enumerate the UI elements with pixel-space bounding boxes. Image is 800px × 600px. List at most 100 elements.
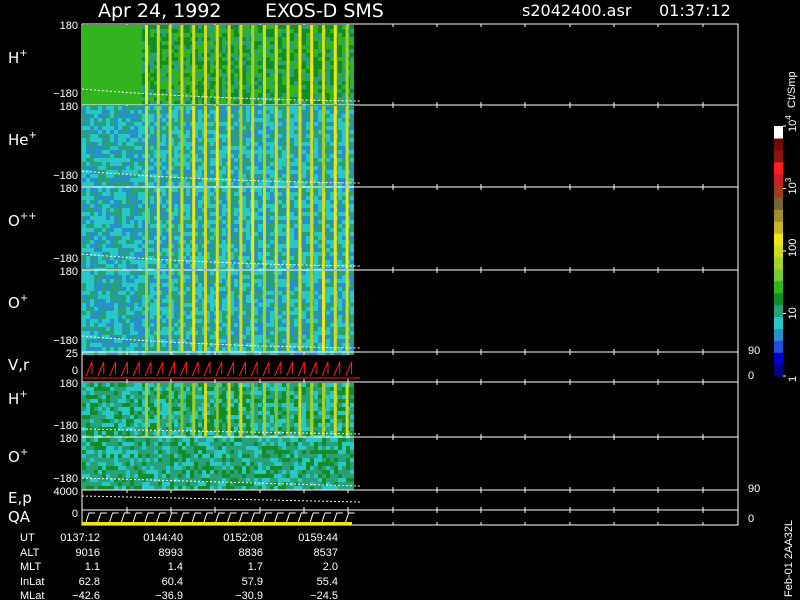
spectrogram-cell bbox=[174, 192, 178, 196]
spectrogram-cell bbox=[338, 81, 342, 85]
spectrogram-cell bbox=[234, 45, 238, 49]
spectrogram-cell bbox=[198, 208, 202, 212]
spectrogram-cell bbox=[342, 57, 346, 61]
spectrogram-cell bbox=[222, 146, 226, 150]
spectrogram-cell bbox=[134, 347, 138, 351]
spectrogram-cell bbox=[114, 33, 118, 37]
spectrogram-cell bbox=[330, 118, 334, 122]
spectrogram-cell bbox=[150, 283, 154, 287]
spectrogram-cell bbox=[246, 220, 250, 224]
spectrogram-cell bbox=[246, 114, 250, 118]
spectrogram-cell bbox=[90, 224, 94, 228]
spectrogram-cell bbox=[82, 188, 86, 192]
spectrogram-cell bbox=[94, 192, 98, 196]
spectrogram-cell bbox=[302, 25, 306, 29]
spectrogram-cell bbox=[270, 252, 274, 256]
spectrogram-cell bbox=[94, 315, 98, 319]
spectrogram-cell bbox=[126, 331, 130, 335]
spectrogram-cell bbox=[254, 65, 258, 69]
spectrogram-cell bbox=[114, 114, 118, 118]
spectrogram-cell bbox=[350, 220, 354, 224]
spectrogram-cell bbox=[186, 25, 190, 29]
spectrogram-cell bbox=[138, 25, 142, 29]
spectrogram-cell bbox=[210, 134, 214, 138]
exos-d-sms-plot: Apr 24, 1992 EXOS-D SMS s2042400.asr 01:… bbox=[0, 0, 800, 600]
spectrogram-cell bbox=[270, 154, 274, 158]
spectrogram-cell bbox=[98, 244, 102, 248]
spectrogram-cell bbox=[186, 77, 190, 81]
spectrogram-cell bbox=[130, 118, 134, 122]
spectrogram-cell bbox=[278, 244, 282, 248]
spectrogram-spike bbox=[310, 188, 314, 269]
spectrogram-cell bbox=[118, 73, 122, 77]
spectrogram-cell bbox=[186, 57, 190, 61]
spectrogram-cell bbox=[134, 138, 138, 142]
spectrogram-cell bbox=[278, 252, 282, 256]
spectrogram-cell bbox=[162, 174, 166, 178]
spectrogram-cell bbox=[306, 41, 310, 45]
spectrogram-cell bbox=[162, 240, 166, 244]
spectrogram-cell bbox=[258, 29, 262, 33]
spectrogram-cell bbox=[330, 93, 334, 97]
spectrogram-cell bbox=[106, 166, 110, 170]
spectrogram-cell bbox=[102, 53, 106, 57]
spectrogram-cell bbox=[138, 65, 142, 69]
spectrogram-cell bbox=[130, 61, 134, 65]
spectrogram-cell bbox=[306, 216, 310, 220]
spectrogram-cell bbox=[254, 122, 258, 126]
spectrogram-cell bbox=[114, 57, 118, 61]
spectrogram-cell bbox=[122, 228, 126, 232]
spectrogram-cell bbox=[138, 220, 142, 224]
spectrogram-cell bbox=[150, 220, 154, 224]
spectrogram-cell bbox=[90, 295, 94, 299]
spectrogram-cell bbox=[330, 174, 334, 178]
spectrogram-cell bbox=[198, 53, 202, 57]
spectrogram-spike bbox=[239, 188, 243, 269]
spectrogram-spike bbox=[204, 25, 207, 104]
spectrogram-cell bbox=[138, 33, 142, 37]
spectrogram-cell bbox=[98, 154, 102, 158]
spectrogram-cell bbox=[342, 158, 346, 162]
spectrogram-cell bbox=[82, 122, 86, 126]
spectrogram-cell bbox=[306, 252, 310, 256]
spectrogram-cell bbox=[222, 204, 226, 208]
spectrogram-cell bbox=[210, 182, 214, 186]
spectrogram-cell bbox=[234, 77, 238, 81]
spectrogram-cell bbox=[174, 188, 178, 192]
spectrogram-cell bbox=[86, 196, 90, 200]
spectrogram-cell bbox=[242, 166, 246, 170]
spectrogram-cell bbox=[126, 69, 130, 73]
spectrogram-cell bbox=[98, 228, 102, 232]
spectrogram-cell bbox=[258, 53, 262, 57]
spectrogram-cell bbox=[94, 65, 98, 69]
spectrogram-cell bbox=[110, 138, 114, 142]
spectrogram-cell bbox=[86, 299, 90, 303]
spectrogram-cell bbox=[186, 331, 190, 335]
spectrogram-cell bbox=[106, 93, 110, 97]
spectrogram-cell bbox=[234, 212, 238, 216]
spectrogram-cell bbox=[98, 158, 102, 162]
spectrogram-cell bbox=[186, 256, 190, 260]
spectrogram-cell bbox=[90, 240, 94, 244]
spectrogram-cell bbox=[114, 89, 118, 93]
spectrogram-cell bbox=[290, 232, 294, 236]
spectrogram-cell bbox=[222, 134, 226, 138]
spectrogram-cell bbox=[350, 110, 354, 114]
spectrogram-cell bbox=[318, 69, 322, 73]
spectrogram-cell bbox=[186, 106, 190, 110]
spectrogram-cell bbox=[134, 327, 138, 331]
spectrogram-cell bbox=[110, 240, 114, 244]
spectrogram-cell bbox=[134, 264, 138, 268]
spectrogram-cell bbox=[114, 53, 118, 57]
spectrogram-cell bbox=[150, 248, 154, 252]
spectrogram-cell bbox=[106, 323, 110, 327]
spectrogram-cell bbox=[82, 208, 86, 212]
spectrogram-cell bbox=[338, 118, 342, 122]
spectrogram-cell bbox=[102, 178, 106, 182]
spectrogram-cell bbox=[254, 110, 258, 114]
spectrogram-cell bbox=[318, 208, 322, 212]
spectrogram-spike bbox=[156, 106, 160, 186]
spectrogram-cell bbox=[186, 142, 190, 146]
spectrogram-cell bbox=[122, 122, 126, 126]
spectrogram-cell bbox=[90, 339, 94, 343]
